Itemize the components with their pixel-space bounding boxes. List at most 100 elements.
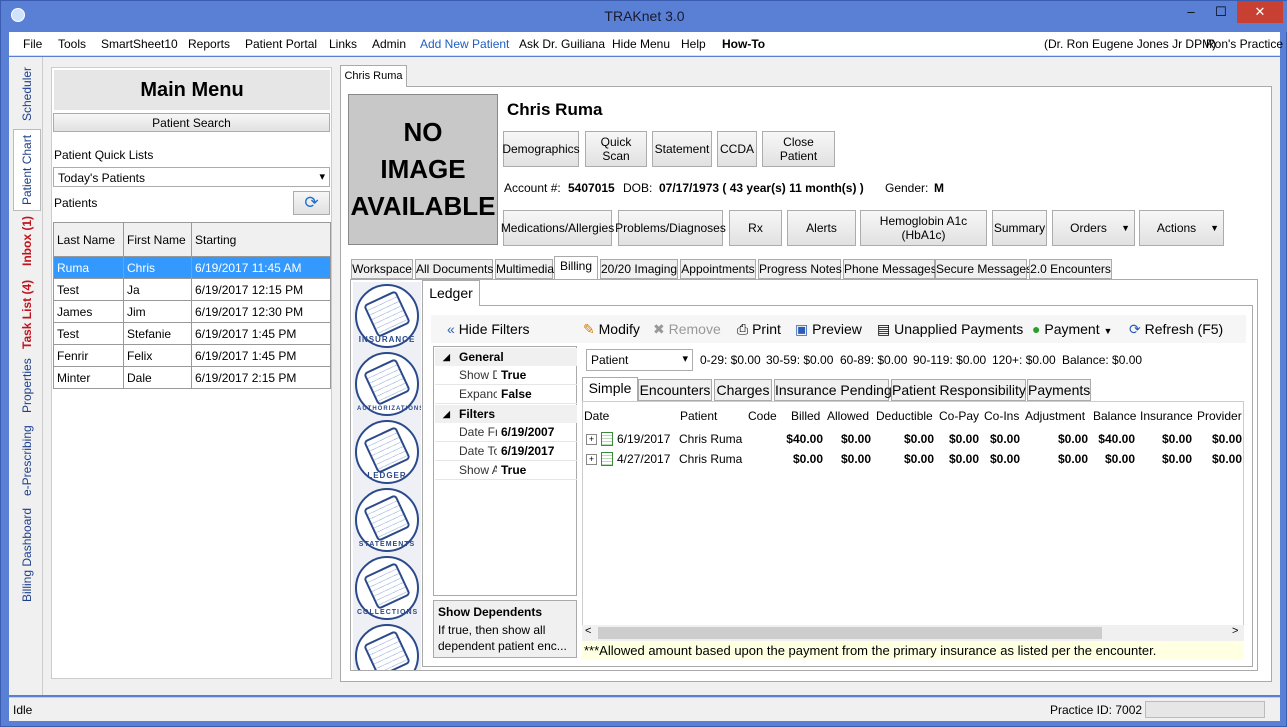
tab-multimedia[interactable]: Multimedia xyxy=(495,259,554,279)
refresh-patients-button[interactable]: ⟳ xyxy=(293,191,330,215)
refresh-button[interactable]: ⟳ Refresh (F5) xyxy=(1129,321,1223,338)
filter-date-from[interactable]: Date Fr 6/19/2007 xyxy=(435,423,577,442)
side-tab-properties[interactable]: Properties xyxy=(13,353,41,419)
ledger-icon[interactable]: LEDGER xyxy=(355,420,419,484)
col-starting[interactable]: Starting xyxy=(191,222,331,257)
tab-secure-messages[interactable]: Secure Messages xyxy=(935,259,1032,279)
side-tab-scheduler[interactable]: Scheduler xyxy=(13,61,41,127)
col-code[interactable]: Code xyxy=(748,409,777,423)
col-first-name[interactable]: First Name xyxy=(123,222,192,257)
tab-billing[interactable]: Billing xyxy=(554,256,598,280)
menu-admin[interactable]: Admin xyxy=(372,37,406,51)
patient-scope-select[interactable]: Patient xyxy=(586,349,693,371)
scroll-right-icon[interactable]: > xyxy=(1232,625,1238,637)
table-row[interactable]: Test Ja 6/19/2017 12:15 PM xyxy=(53,278,331,301)
scrollbar-thumb[interactable] xyxy=(598,627,1102,639)
patient-doc-tab[interactable]: Chris Ruma xyxy=(340,65,407,87)
menu-add-new-patient[interactable]: Add New Patient xyxy=(420,37,509,51)
hide-filters-button[interactable]: « Hide Filters xyxy=(447,321,529,337)
side-tab-billing-dashboard[interactable]: Billing Dashboard xyxy=(13,505,41,605)
menu-reports[interactable]: Reports xyxy=(188,37,230,51)
filter-group-filters[interactable]: ◢ Filters xyxy=(435,405,577,423)
filter-value[interactable]: True xyxy=(501,461,526,480)
col-insurance[interactable]: Insurance xyxy=(1140,409,1193,423)
remove-button[interactable]: ✖ Remove xyxy=(653,321,721,338)
table-row[interactable]: Minter Dale 6/19/2017 2:15 PM xyxy=(53,366,331,389)
subtab-insurance-pending[interactable]: Insurance Pending xyxy=(774,379,892,401)
side-tab-patient-chart[interactable]: Patient Chart xyxy=(13,129,41,211)
filter-value[interactable]: False xyxy=(501,385,532,404)
table-row[interactable]: James Jim 6/19/2017 12:30 PM xyxy=(53,300,331,323)
col-provider[interactable]: Provider xyxy=(1197,409,1242,423)
col-allowed[interactable]: Allowed xyxy=(827,409,869,423)
col-adjustment[interactable]: Adjustment xyxy=(1025,409,1085,423)
menu-hide-menu[interactable]: Hide Menu xyxy=(612,37,670,51)
subtab-encounters[interactable]: Encounters xyxy=(638,379,712,401)
col-last-name[interactable]: Last Name xyxy=(53,222,124,257)
col-deductible[interactable]: Deductible xyxy=(876,409,933,423)
problems-diagnoses-button[interactable]: Problems/Diagnoses xyxy=(615,210,726,246)
col-date[interactable]: Date xyxy=(584,409,609,423)
actions-dropdown-button[interactable]: Actions ▼ xyxy=(1139,210,1224,246)
menu-smartsheet[interactable]: SmartSheet10 xyxy=(101,37,178,51)
subtab-payments[interactable]: Payments xyxy=(1027,379,1091,401)
patient-photo[interactable]: NO IMAGE AVAILABLE xyxy=(348,94,498,245)
tab-workspace[interactable]: Workspace xyxy=(351,259,413,279)
tab-phone-messages[interactable]: Phone Messages xyxy=(843,259,937,279)
filter-value[interactable]: 6/19/2007 xyxy=(501,423,554,442)
more-billing-icon[interactable] xyxy=(355,624,419,670)
alerts-button[interactable]: Alerts xyxy=(787,210,856,246)
quick-list-select[interactable]: Today's Patients xyxy=(53,167,330,187)
side-tab-inbox[interactable]: Inbox (1) xyxy=(13,213,41,269)
hba1c-button[interactable]: Hemoglobin A1c (HbA1c) xyxy=(860,210,987,246)
authorizations-icon[interactable]: AUTHORIZATIONS xyxy=(355,352,421,416)
col-patient[interactable]: Patient xyxy=(680,409,717,423)
medications-allergies-button[interactable]: Medications/Allergies xyxy=(501,210,614,246)
close-patient-button[interactable]: Close Patient xyxy=(762,131,835,167)
menu-ask-dr-guiliana[interactable]: Ask Dr. Guiliana xyxy=(519,37,605,51)
menu-tools[interactable]: Tools xyxy=(58,37,86,51)
side-tab-e-prescribing[interactable]: e-Prescribing xyxy=(13,423,41,499)
filter-group-general[interactable]: ◢ General xyxy=(435,348,577,366)
filter-value[interactable]: 6/19/2017 xyxy=(501,442,554,461)
side-tab-task-list[interactable]: Task List (4) xyxy=(13,279,41,349)
unapplied-payments-button[interactable]: ▤ Unapplied Payments xyxy=(877,321,1023,338)
tab-2-0-encounters[interactable]: 2.0 Encounters xyxy=(1029,259,1112,279)
table-row[interactable]: Test Stefanie 6/19/2017 1:45 PM xyxy=(53,322,331,345)
patient-search-button[interactable]: Patient Search xyxy=(53,113,330,132)
ledger-tab[interactable]: Ledger xyxy=(422,280,480,306)
ccda-button[interactable]: CCDA xyxy=(717,131,757,167)
table-row[interactable]: Ruma Chris 6/19/2017 11:45 AM xyxy=(53,256,331,279)
tab-all-documents[interactable]: All Documents xyxy=(415,259,493,279)
maximize-button[interactable]: ☐ xyxy=(1206,1,1236,23)
practice-name[interactable]: Ron's Practice xyxy=(1206,37,1283,51)
expand-plus-icon[interactable]: + xyxy=(586,454,597,465)
filter-value[interactable]: True xyxy=(501,366,526,385)
filter-expand[interactable]: Expanc False xyxy=(435,385,577,404)
subtab-charges[interactable]: Charges xyxy=(714,379,772,401)
filter-date-to[interactable]: Date To 6/19/2017 xyxy=(435,442,577,461)
subtab-simple[interactable]: Simple xyxy=(582,377,638,401)
menu-help[interactable]: Help xyxy=(681,37,706,51)
payment-dropdown-button[interactable]: ● Payment ▼ xyxy=(1032,321,1112,337)
collections-icon[interactable]: COLLECTIONS xyxy=(355,556,419,620)
tab-2020-imaging[interactable]: 20/20 Imaging xyxy=(600,259,678,279)
rx-button[interactable]: Rx xyxy=(729,210,782,246)
menu-how-to[interactable]: How-To xyxy=(722,37,765,51)
expand-plus-icon[interactable]: + xyxy=(586,434,597,445)
col-billed[interactable]: Billed xyxy=(791,409,820,423)
statements-icon[interactable]: STATEMENTS xyxy=(355,488,419,552)
filter-show-all[interactable]: Show A True xyxy=(435,461,577,480)
menu-links[interactable]: Links xyxy=(329,37,357,51)
preview-button[interactable]: ▣ Preview xyxy=(795,321,862,338)
col-coins[interactable]: Co-Ins xyxy=(984,409,1019,423)
summary-button[interactable]: Summary xyxy=(992,210,1047,246)
close-button[interactable]: ✕ xyxy=(1237,1,1283,23)
modify-button[interactable]: ✎ Modify xyxy=(583,321,640,338)
print-button[interactable]: ⎙ Print xyxy=(737,321,781,338)
insurance-icon[interactable]: INSURANCE xyxy=(355,284,419,348)
statement-button[interactable]: Statement xyxy=(652,131,712,167)
filter-show-dependents[interactable]: Show D True xyxy=(435,366,577,385)
tab-appointments[interactable]: Appointments xyxy=(680,259,756,279)
orders-dropdown-button[interactable]: Orders ▼ xyxy=(1052,210,1135,246)
